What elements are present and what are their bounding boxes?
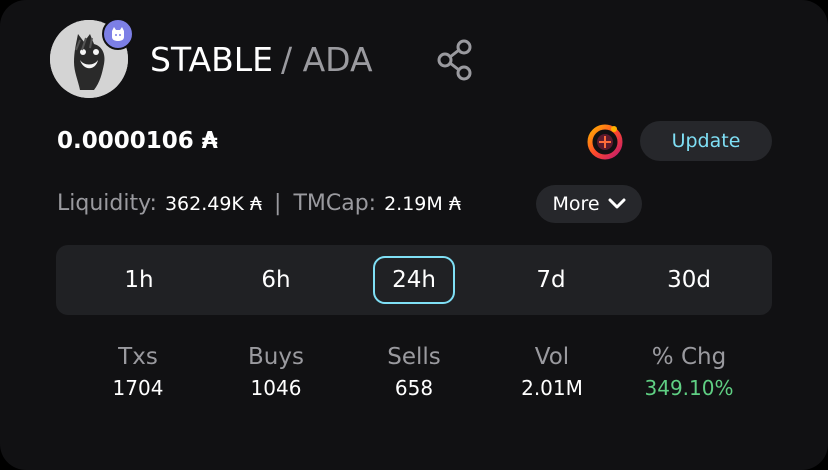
base-symbol: STABLE bbox=[150, 40, 273, 79]
stat-value: 658 bbox=[394, 376, 434, 400]
stat-value: 1704 bbox=[112, 376, 164, 400]
token-card: STABLE / ADA 0.0000106 ₳ Update Liquidit… bbox=[0, 0, 828, 470]
tmcap-value: 2.19M ₳ bbox=[384, 193, 461, 215]
stat-vol: Vol 2.01M bbox=[482, 342, 622, 403]
separator: | bbox=[274, 191, 282, 216]
tab-7d[interactable]: 7d bbox=[510, 256, 592, 304]
tab-1h[interactable]: 1h bbox=[98, 256, 180, 304]
token-price: 0.0000106 ₳ bbox=[57, 128, 218, 154]
stat-label: Vol bbox=[534, 344, 570, 370]
quote-symbol: / ADA bbox=[281, 40, 373, 79]
tab-6h[interactable]: 6h bbox=[235, 256, 317, 304]
more-label: More bbox=[552, 193, 600, 215]
chevron-down-icon bbox=[608, 198, 626, 209]
stat-value: 1046 bbox=[250, 376, 302, 400]
stat-label: Sells bbox=[387, 344, 441, 370]
cat-badge-icon bbox=[102, 18, 134, 50]
stat-label: Txs bbox=[118, 344, 158, 370]
update-button[interactable]: Update bbox=[640, 121, 772, 161]
stat-buys: Buys 1046 bbox=[206, 342, 346, 403]
liquidity-label: Liquidity: bbox=[57, 191, 157, 216]
pair-title: STABLE / ADA bbox=[150, 36, 373, 84]
share-icon[interactable] bbox=[436, 39, 476, 81]
liquidity-value: 362.49K ₳ bbox=[164, 193, 263, 215]
stat-value: 2.01M bbox=[521, 376, 583, 400]
more-button[interactable]: More bbox=[536, 185, 642, 223]
tab-24h[interactable]: 24h bbox=[373, 256, 455, 304]
stat-value: 349.10% bbox=[644, 376, 734, 400]
stat-pct-change: % Chg 349.10% bbox=[619, 342, 759, 403]
tmcap-label: TMCap: bbox=[293, 191, 377, 216]
dex-logo-icon[interactable] bbox=[586, 122, 624, 160]
timeframe-tabs: 1h 6h 24h 7d 30d bbox=[56, 245, 772, 315]
stat-sells: Sells 658 bbox=[344, 342, 484, 403]
stat-txs: Txs 1704 bbox=[68, 342, 208, 403]
stat-label: Buys bbox=[248, 344, 304, 370]
tab-30d[interactable]: 30d bbox=[648, 256, 730, 304]
liquidity-row: Liquidity: 362.49K ₳ | TMCap: 2.19M ₳ bbox=[57, 187, 461, 221]
stat-label: % Chg bbox=[651, 344, 727, 370]
token-avatar[interactable] bbox=[50, 18, 134, 100]
